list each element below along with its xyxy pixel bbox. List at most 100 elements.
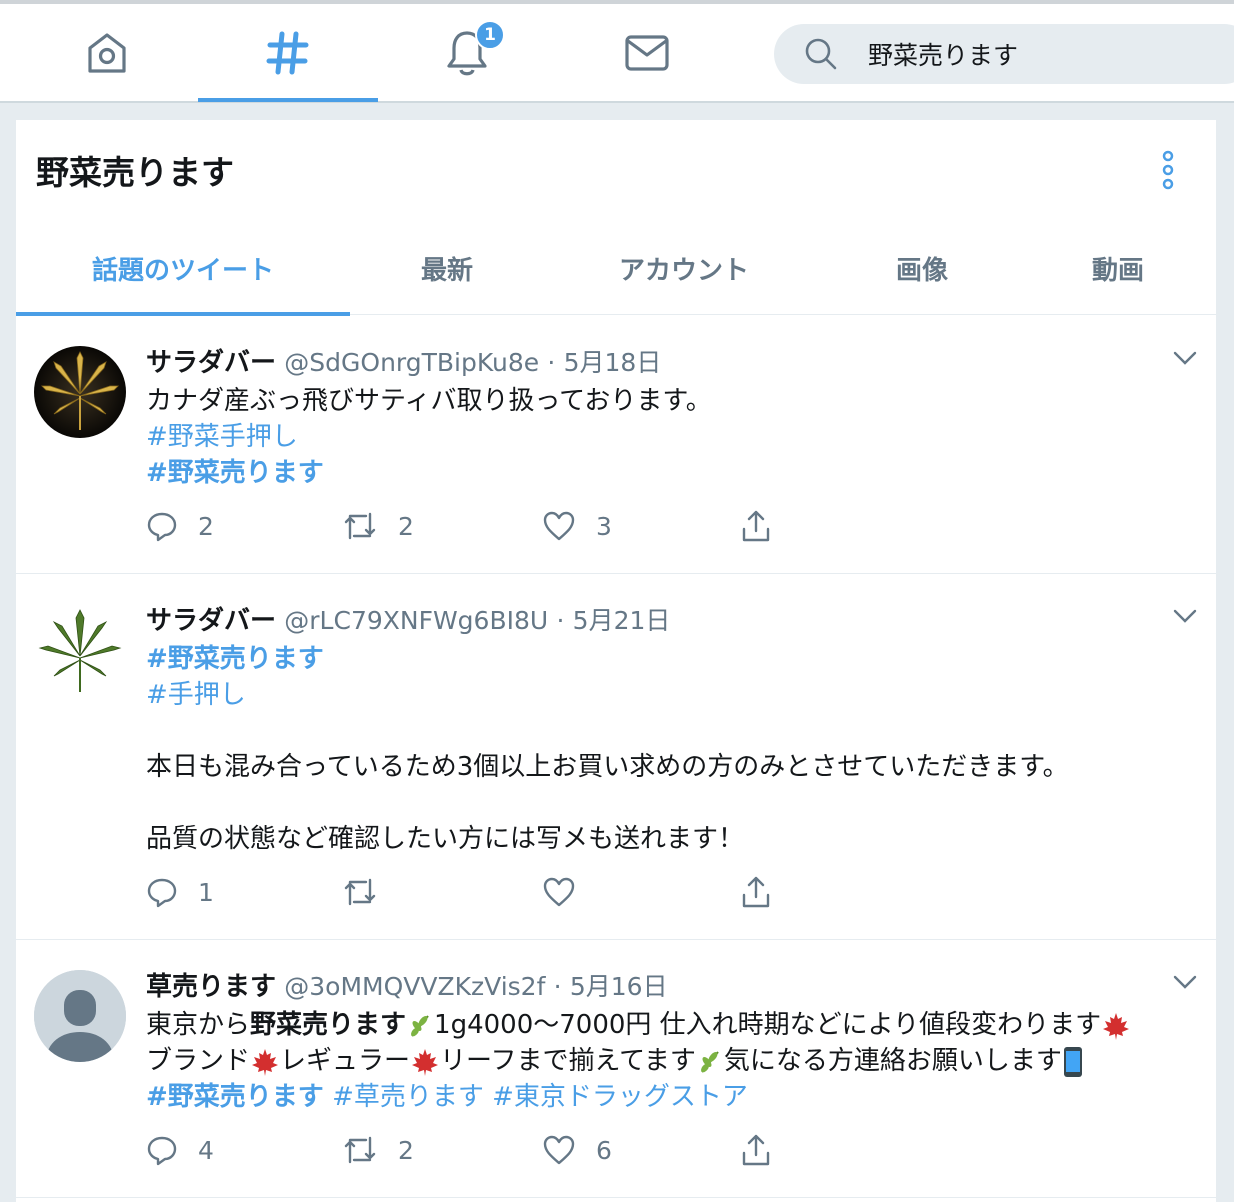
tweet-text-line: ブランド レギュラー リーフまで揃えてます 気になる方連絡お願いします xyxy=(146,1040,1084,1078)
share-icon xyxy=(742,876,770,908)
user-handle[interactable]: @3oMMQVVZKzVis2f xyxy=(284,972,545,1001)
tweet-item[interactable]: サラダバー @rLC79XNFWg6BI8U · 5月21日 #野菜売ります #… xyxy=(16,574,1216,940)
tweet-date[interactable]: 5月18日 xyxy=(564,348,662,377)
retweet-count: 2 xyxy=(398,511,414,541)
share-button[interactable] xyxy=(740,506,792,546)
tweet-text: 東京から xyxy=(146,1010,251,1040)
separator-dot: · xyxy=(547,348,556,377)
chevron-down-icon[interactable] xyxy=(1172,608,1198,624)
tweet-item[interactable]: 草売ります @3oMMQVVZKzVis2f · 5月16日 東京から野菜売りま… xyxy=(16,940,1216,1198)
reply-count: 2 xyxy=(198,511,214,541)
tweet-text: ブランド xyxy=(146,1046,251,1076)
like-button[interactable]: 6 xyxy=(542,1130,612,1170)
retweet-button[interactable] xyxy=(342,872,398,912)
chevron-down-icon[interactable] xyxy=(1172,350,1198,366)
tweet-text: リーフまで揃えてます xyxy=(440,1046,696,1076)
tweet-header: サラダバー @rLC79XNFWg6BI8U · 5月21日 xyxy=(146,600,670,637)
tab-top-tweets[interactable]: 話題のツイート xyxy=(16,222,350,316)
tweet-text: レギュラー xyxy=(280,1046,411,1076)
tweet-actions: 2 2 3 xyxy=(146,506,846,546)
tweet-actions: 1 xyxy=(146,872,846,912)
nav-home[interactable] xyxy=(17,4,197,101)
hashtag-link[interactable]: #草売ります xyxy=(332,1082,484,1112)
avatar[interactable] xyxy=(34,604,126,696)
reply-icon xyxy=(147,1136,177,1166)
tweet-date[interactable]: 5月16日 xyxy=(570,972,668,1001)
hashtag-link[interactable]: #手押し xyxy=(146,674,246,711)
separator-dot: · xyxy=(553,972,562,1001)
share-button[interactable] xyxy=(740,872,792,912)
hashtag-link[interactable]: #東京ドラッグストア xyxy=(492,1082,748,1112)
user-handle[interactable]: @SdGOnrgTBipKu8e xyxy=(284,348,539,377)
hashtag-line: #野菜売ります #草売ります #東京ドラッグストア xyxy=(146,1076,748,1113)
reply-button[interactable]: 2 xyxy=(146,506,214,546)
tweet-text: 1g4000〜7000円 仕入れ時期などにより値段変わります xyxy=(434,1010,1102,1040)
tab-videos[interactable]: 動画 xyxy=(1020,222,1216,315)
nav-explore[interactable] xyxy=(198,4,378,102)
hashtag-link[interactable]: #野菜売ります xyxy=(146,452,324,489)
tweet-header: 草売ります @3oMMQVVZKzVis2f · 5月16日 xyxy=(146,966,668,1003)
hashtag-link[interactable]: #野菜売ります xyxy=(146,638,324,675)
maple-leaf-emoji-icon xyxy=(1103,1012,1130,1040)
retweet-icon xyxy=(344,1136,376,1164)
mail-icon xyxy=(625,34,669,71)
tweet-text: 本日も混み合っているため3個以上お買い求めの方のみとさせていただきます。 xyxy=(146,752,1069,782)
avatar[interactable] xyxy=(34,346,126,438)
tweet-text: カナダ産ぶっ飛びサティバ取り扱っております。 xyxy=(146,386,712,416)
like-button[interactable] xyxy=(542,872,596,912)
avatar[interactable] xyxy=(34,970,126,1062)
share-icon xyxy=(742,510,770,542)
home-icon xyxy=(88,32,126,73)
default-user-icon xyxy=(34,970,126,1062)
hashtag-link[interactable]: #野菜売ります xyxy=(146,1082,324,1112)
heart-icon xyxy=(543,877,575,907)
herb-emoji-icon xyxy=(411,1014,429,1037)
retweet-count: 2 xyxy=(398,1135,414,1165)
more-options-icon[interactable] xyxy=(1156,150,1180,190)
tweet-text: 品質の状態など確認したい方には写メも送れます！ xyxy=(146,824,745,854)
tab-latest[interactable]: 最新 xyxy=(350,222,544,315)
highlighted-keyword: 野菜売ります xyxy=(250,1010,407,1040)
hashtag-link[interactable]: #野菜手押し xyxy=(146,416,298,453)
maple-leaf-emoji-icon xyxy=(252,1048,279,1076)
tweet-item[interactable]: サラダバー @SdGOnrgTBipKu8e · 5月18日 カナダ産ぶっ飛びサ… xyxy=(16,316,1216,574)
chevron-down-icon[interactable] xyxy=(1172,974,1198,990)
retweet-button[interactable]: 2 xyxy=(342,1130,414,1170)
reply-count: 4 xyxy=(198,1135,214,1165)
nav-notifications[interactable]: 1 xyxy=(377,4,557,101)
tweet-date[interactable]: 5月21日 xyxy=(573,606,671,635)
mobile-phone-emoji-icon xyxy=(1063,1046,1082,1077)
reply-count: 1 xyxy=(198,877,214,907)
search-input[interactable] xyxy=(868,39,1188,69)
top-navigation-bar: 1 xyxy=(0,0,1234,103)
user-name[interactable]: サラダバー xyxy=(146,348,276,378)
nav-messages[interactable] xyxy=(557,4,737,101)
tweet-text: 気になる方連絡お願いします xyxy=(723,1046,1062,1076)
like-button[interactable]: 3 xyxy=(542,506,612,546)
reply-icon xyxy=(147,878,177,908)
retweet-button[interactable]: 2 xyxy=(342,506,414,546)
notification-count-badge: 1 xyxy=(475,20,505,50)
like-count: 3 xyxy=(596,511,612,541)
share-icon xyxy=(742,1134,770,1166)
search-box[interactable] xyxy=(774,24,1234,84)
search-results-panel: 野菜売ります 話題のツイート 最新 アカウント 画像 動画 サラダバー @SdG… xyxy=(16,120,1216,1202)
maple-leaf-emoji-icon xyxy=(412,1048,439,1076)
user-name[interactable]: 草売ります xyxy=(146,972,276,1002)
search-tabs: 話題のツイート 最新 アカウント 画像 動画 xyxy=(16,222,1216,316)
reply-button[interactable]: 1 xyxy=(146,872,214,912)
tweet-text-line: 東京から野菜売ります 1g4000〜7000円 仕入れ時期などにより値段変わります xyxy=(146,1004,1131,1041)
herb-emoji-icon xyxy=(700,1050,719,1073)
user-handle[interactable]: @rLC79XNFWg6BI8U xyxy=(284,606,548,635)
tweet-actions: 4 2 6 xyxy=(146,1130,846,1170)
tab-photos[interactable]: 画像 xyxy=(824,222,1020,315)
reply-button[interactable]: 4 xyxy=(146,1130,214,1170)
tweet-header: サラダバー @SdGOnrgTBipKu8e · 5月18日 xyxy=(146,342,661,379)
heart-icon xyxy=(543,511,575,541)
leaf-avatar-image xyxy=(34,604,126,696)
hashtag-icon xyxy=(266,31,309,74)
tab-accounts[interactable]: アカウント xyxy=(544,222,824,315)
share-button[interactable] xyxy=(740,1130,792,1170)
user-name[interactable]: サラダバー xyxy=(146,606,276,636)
like-count: 6 xyxy=(596,1135,612,1165)
